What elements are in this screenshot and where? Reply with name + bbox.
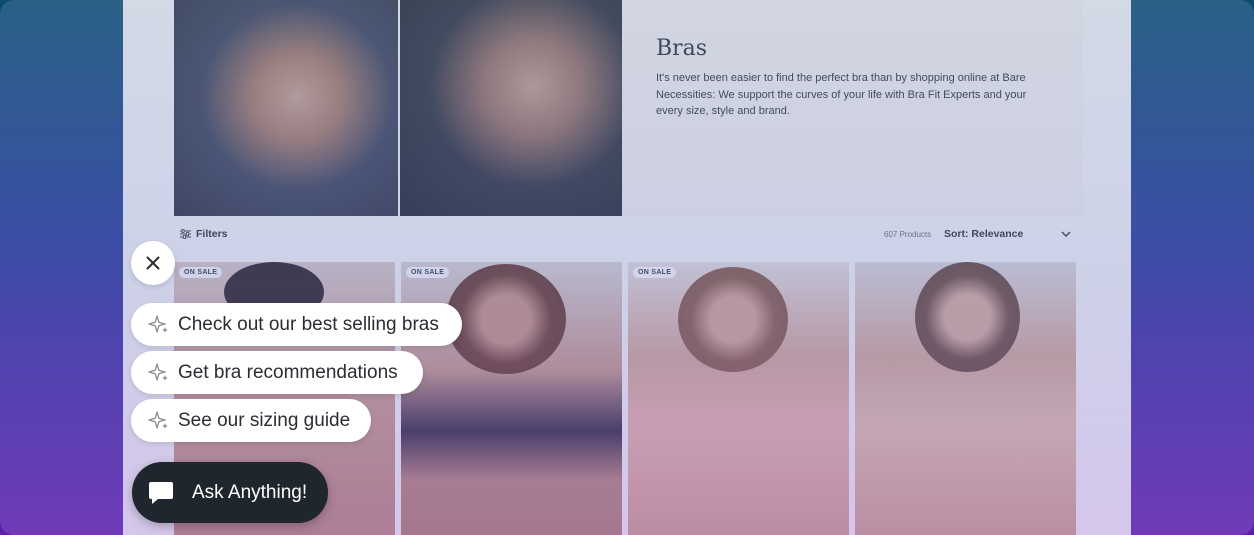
- sliders-icon: [180, 229, 191, 239]
- close-icon: [146, 256, 160, 270]
- category-hero-panel: Bras It's never been easier to find the …: [622, 0, 1083, 216]
- suggestion-chip-sizing-guide[interactable]: See our sizing guide: [131, 399, 371, 442]
- suggestion-chip-best-selling[interactable]: Check out our best selling bras: [131, 303, 462, 346]
- product-listing-page: Bras It's never been easier to find the …: [123, 0, 1131, 535]
- suggestion-label: See our sizing guide: [178, 409, 351, 431]
- category-description: It's never been easier to find the perfe…: [656, 72, 1027, 117]
- sort-select[interactable]: Sort: Relevance: [944, 228, 1023, 240]
- suggestion-chip-recommendations[interactable]: Get bra recommendations: [131, 351, 423, 394]
- suggestion-label: Check out our best selling bras: [178, 313, 439, 335]
- filters-button[interactable]: Filters: [180, 228, 228, 240]
- close-assistant-button[interactable]: [131, 241, 175, 285]
- listing-toolbar: Filters 607 Products Sort: Relevance: [174, 228, 1083, 246]
- ask-anything-label: Ask Anything!: [192, 481, 308, 503]
- product-image: [678, 267, 788, 372]
- hero-model-photo-right: [400, 0, 622, 216]
- product-card[interactable]: ON SALE: [628, 262, 849, 535]
- sale-badge: ON SALE: [406, 267, 450, 278]
- sale-badge: ON SALE: [633, 267, 677, 278]
- product-count: 607 Products: [884, 230, 932, 239]
- sparkle-icon: [148, 410, 168, 429]
- suggestion-label: Get bra recommendations: [178, 361, 398, 383]
- chat-bubble-icon: [149, 481, 173, 504]
- product-image: [915, 262, 1020, 372]
- sale-badge: ON SALE: [179, 267, 223, 278]
- filters-label: Filters: [196, 228, 228, 240]
- sparkle-icon: [148, 314, 168, 333]
- hero-model-photo-left: [174, 0, 398, 216]
- chevron-down-icon[interactable]: [1060, 228, 1072, 243]
- product-image: [446, 264, 566, 374]
- sparkle-icon: [148, 362, 168, 381]
- category-title: Bras: [656, 36, 708, 61]
- product-card[interactable]: [855, 262, 1076, 535]
- ask-anything-button[interactable]: Ask Anything!: [132, 462, 328, 523]
